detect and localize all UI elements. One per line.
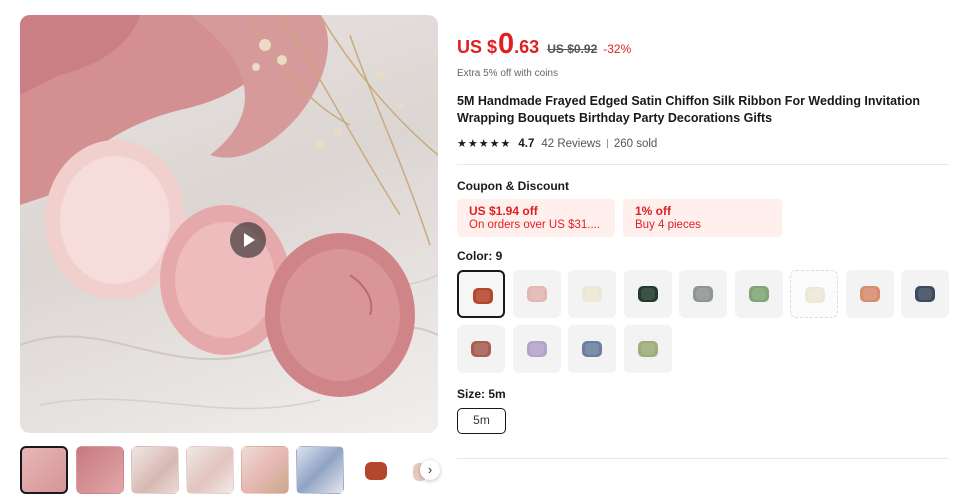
coupon-condition: Buy 4 pieces [635, 219, 701, 231]
color-swatch-navy[interactable] [901, 270, 949, 318]
color-swatch-ivory[interactable] [568, 270, 616, 318]
ribbon-roll-icon [527, 341, 547, 357]
chevron-right-icon: › [427, 462, 433, 477]
color-swatch-grey[interactable] [679, 270, 727, 318]
star-icon: ★ [457, 138, 467, 150]
divider [457, 164, 949, 165]
color-swatch-dusty-blue[interactable] [568, 325, 616, 373]
color-swatch-cream[interactable] [790, 270, 838, 318]
ribbon-roll-icon [582, 341, 602, 357]
divider [457, 458, 949, 459]
ribbon-roll-icon [693, 286, 713, 302]
color-swatch-peach[interactable] [846, 270, 894, 318]
ribbon-roll-icon [638, 341, 658, 357]
ribbon-roll-icon [473, 288, 493, 304]
thumbnail-strip: › [20, 446, 440, 496]
price-integer: 0 [498, 28, 515, 60]
coupon-amount: US $1.94 off [469, 204, 538, 218]
size-label: Size: 5m [457, 387, 506, 401]
size-option-5m[interactable]: 5m [457, 408, 506, 434]
thumbnail-6[interactable] [296, 446, 344, 494]
thumbnail-1[interactable] [20, 446, 68, 494]
ribbon-roll-icon [805, 287, 825, 303]
star-icon: ★ [478, 138, 489, 150]
price-currency: US $ [457, 37, 498, 57]
star-icon: ★ [500, 138, 511, 150]
sold-count: 260 sold [613, 137, 658, 150]
coupon-card-2[interactable]: 1% off Buy 4 pieces [623, 199, 782, 237]
reviews-link[interactable]: 42 Reviews [541, 138, 600, 150]
thumbnail-4[interactable] [186, 446, 234, 494]
color-swatch-olive[interactable] [624, 325, 672, 373]
separator [606, 139, 608, 148]
color-swatch-terracotta[interactable] [457, 325, 505, 373]
thumbnail-3[interactable] [131, 446, 179, 494]
color-swatch-rust[interactable] [457, 270, 505, 318]
main-product-image[interactable] [20, 15, 438, 433]
rating-row: ★ ★ ★ ★ ★ 4.7 42 Reviews 260 sold [457, 137, 658, 151]
star-icon: ★ [489, 138, 500, 150]
rating-value: 4.7 [518, 137, 535, 150]
coupon-label: Coupon & Discount [457, 179, 569, 193]
ribbon-roll-icon [638, 286, 658, 302]
rating-stars: ★ ★ ★ ★ ★ [457, 137, 510, 150]
thumbnail-7[interactable] [351, 446, 399, 494]
thumbnail-next-button[interactable]: › [420, 460, 440, 480]
color-swatch-lavender[interactable] [513, 325, 561, 373]
product-title: 5M Handmade Frayed Edged Satin Chiffon S… [457, 94, 920, 125]
ribbon-rolls-photo [20, 15, 438, 410]
coupon-amount: 1% off [635, 204, 671, 218]
ribbon-roll-icon [749, 286, 769, 302]
coupon-condition: On orders over US $31.... [469, 219, 601, 231]
coins-note: Extra 5% off with coins [457, 68, 558, 79]
thumbnail-5[interactable] [241, 446, 289, 494]
play-video-button[interactable] [230, 222, 266, 258]
price-decimal: .63 [514, 37, 540, 57]
discount-badge: -32% [603, 42, 632, 56]
star-icon: ★ [467, 138, 478, 150]
color-swatch-blush[interactable] [513, 270, 561, 318]
ribbon-roll-icon [527, 286, 547, 302]
play-icon [244, 233, 255, 247]
original-price: US $0.92 [547, 42, 598, 56]
ribbon-roll-icon [582, 286, 602, 302]
thumbnail-2[interactable] [76, 446, 124, 494]
price-row: US $ 0 .63 US $0.92 -32% [457, 28, 631, 61]
coupon-card-1[interactable]: US $1.94 off On orders over US $31.... [457, 199, 615, 237]
color-swatch-sage-green[interactable] [735, 270, 783, 318]
ribbon-roll-icon [471, 341, 491, 357]
color-label: Color: 9 [457, 249, 503, 263]
ribbon-roll-icon [915, 286, 935, 302]
color-swatch-dark-green[interactable] [624, 270, 672, 318]
ribbon-roll-icon [860, 286, 880, 302]
